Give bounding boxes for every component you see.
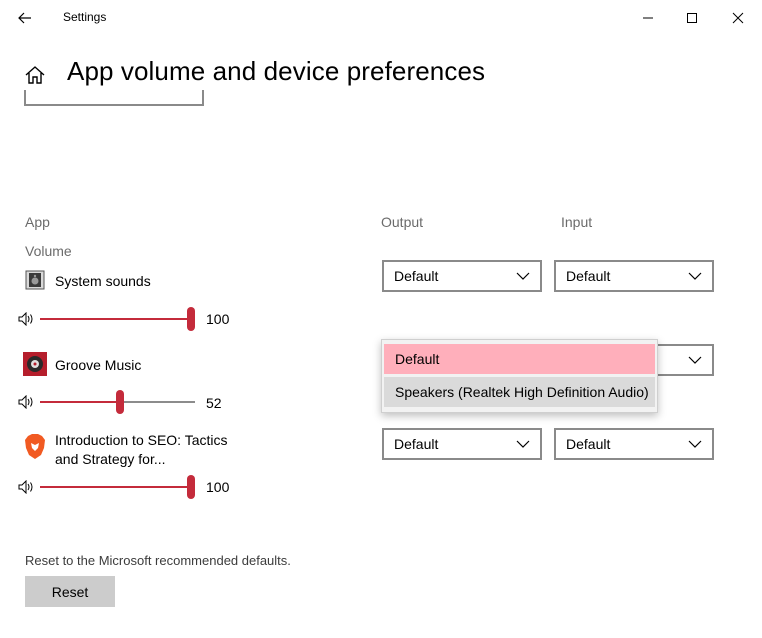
volume-value: 52 [206, 395, 222, 411]
reset-description: Reset to the Microsoft recommended defau… [25, 553, 291, 568]
minimize-icon [643, 17, 653, 19]
title-bar: Settings [0, 0, 762, 36]
back-arrow-icon [18, 12, 31, 24]
speaker-icon[interactable] [18, 479, 36, 495]
volume-value: 100 [206, 311, 230, 327]
home-icon [25, 66, 45, 84]
volume-slider-system-sounds[interactable] [40, 307, 195, 331]
dropdown-value: Default [566, 436, 611, 452]
maximize-button[interactable] [679, 6, 705, 30]
app-name-brave-tab-line2: and Strategy for... [55, 451, 166, 467]
volume-column-header: Volume [25, 243, 72, 259]
dropdown-value: Default [566, 268, 611, 284]
app-name-groove-music: Groove Music [55, 357, 142, 373]
close-icon [732, 12, 744, 24]
maximize-icon [687, 13, 697, 23]
dropdown-value: Default [394, 436, 439, 452]
groove-music-icon [23, 352, 47, 376]
clipped-dropdown-text: · · · · [76, 90, 104, 96]
output-dropdown-system-sounds[interactable]: Default [382, 260, 542, 292]
app-name-system-sounds: System sounds [55, 273, 151, 289]
clipped-dropdown[interactable]: · · · · [24, 90, 204, 106]
input-column-header: Input [561, 214, 593, 230]
speaker-box-icon [25, 270, 45, 290]
chevron-down-icon [516, 272, 530, 280]
chevron-down-icon [688, 440, 702, 448]
output-dropdown-brave-tab[interactable]: Default [382, 428, 542, 460]
volume-slider-brave-tab[interactable] [40, 475, 195, 499]
window-title: Settings [63, 10, 107, 24]
app-name-brave-tab-line1: Introduction to SEO: Tactics [55, 432, 228, 448]
chevron-down-icon [688, 272, 702, 280]
input-dropdown-brave-tab[interactable]: Default [554, 428, 714, 460]
minimize-button[interactable] [635, 6, 661, 30]
input-dropdown-system-sounds[interactable]: Default [554, 260, 714, 292]
app-column-header: App [25, 214, 50, 230]
slider-thumb[interactable] [187, 475, 195, 499]
speaker-icon[interactable] [18, 311, 36, 327]
chevron-down-icon [688, 356, 702, 364]
slider-thumb[interactable] [116, 390, 124, 414]
back-button[interactable] [12, 6, 38, 30]
popup-option-speakers[interactable]: Speakers (Realtek High Definition Audio) [384, 377, 655, 407]
home-button[interactable] [24, 64, 46, 86]
slider-thumb[interactable] [187, 307, 195, 331]
output-column-header: Output [381, 214, 424, 230]
reset-button[interactable]: Reset [25, 576, 115, 607]
dropdown-value: Default [394, 268, 439, 284]
speaker-icon[interactable] [18, 394, 36, 410]
volume-value: 100 [206, 479, 230, 495]
chevron-down-icon [516, 440, 530, 448]
popup-option-default[interactable]: Default [384, 344, 655, 374]
close-button[interactable] [725, 6, 751, 30]
output-dropdown-popup: Default Speakers (Realtek High Definitio… [381, 339, 658, 413]
page-title: App volume and device preferences [67, 56, 486, 86]
volume-slider-groove-music[interactable] [40, 390, 195, 414]
brave-lion-icon [24, 434, 46, 460]
